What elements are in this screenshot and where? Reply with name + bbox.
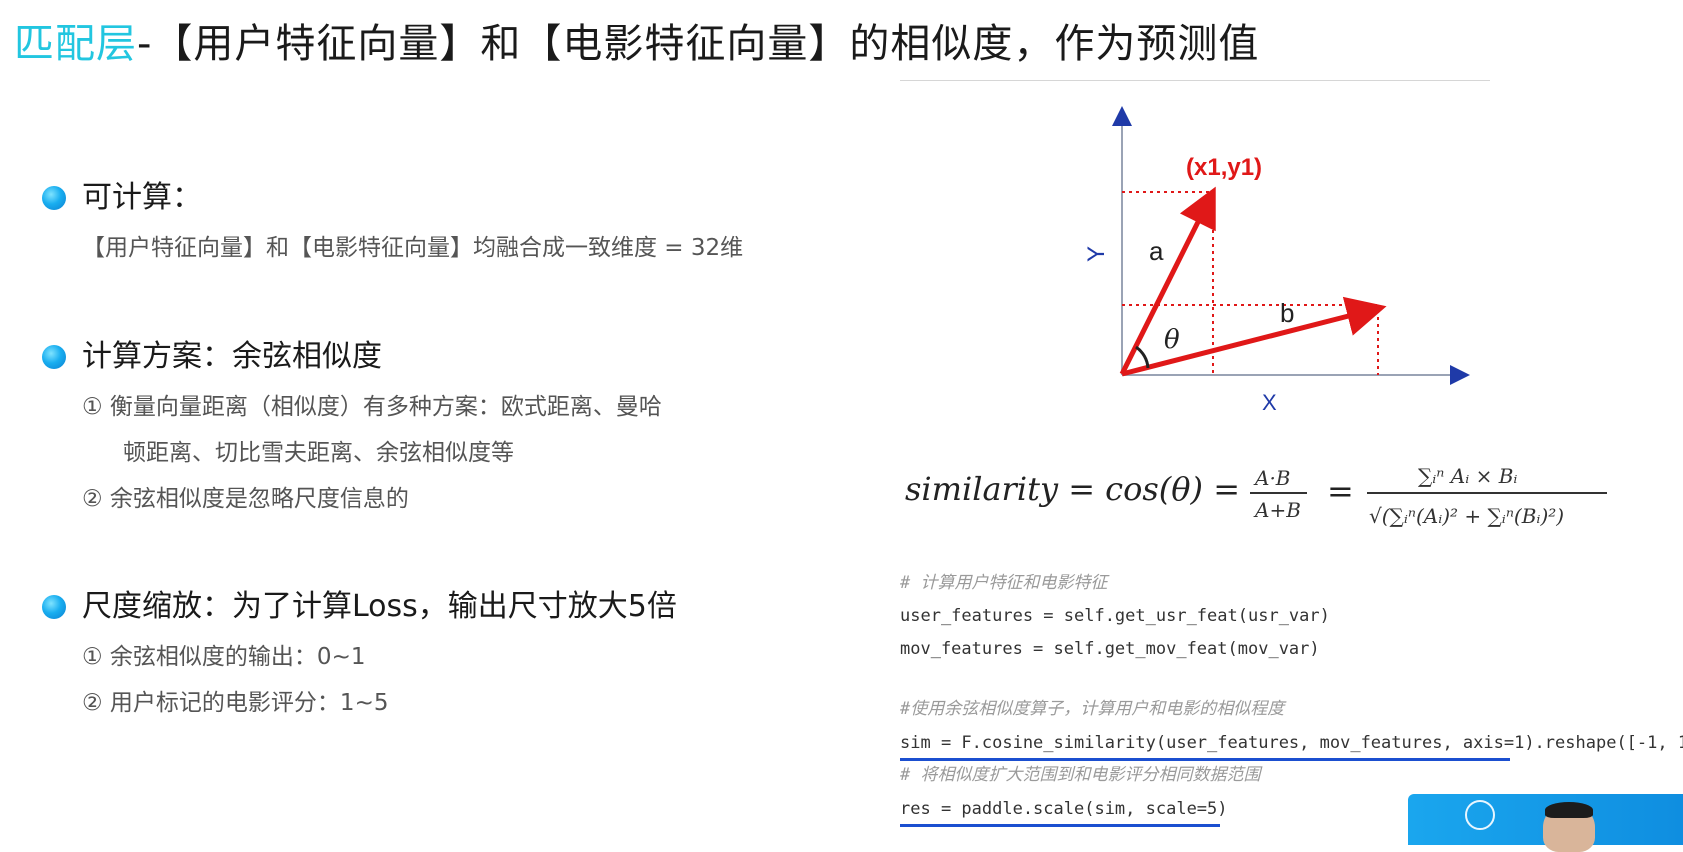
section-line: 【用户特征向量】和【电影特征向量】均融合成一致维度 = 32维 bbox=[82, 235, 744, 261]
similarity-formula: similarity = cos(θ) = A·B A+B = ∑ᵢⁿ Aᵢ ×… bbox=[905, 464, 1607, 528]
angle-arc bbox=[1135, 345, 1150, 369]
section-title: 计算方案：余弦相似度 bbox=[82, 339, 382, 374]
point-label: (x1,y1) bbox=[1186, 154, 1262, 181]
formula-rhs-denominator: √(∑ᵢⁿ(Aᵢ)² + ∑ᵢⁿ(Bᵢ)²) bbox=[1369, 504, 1564, 528]
bullet-icon bbox=[42, 345, 66, 369]
title-divider bbox=[900, 80, 1490, 81]
section-title: 尺度缩放：为了计算Loss，输出尺寸放大5倍 bbox=[82, 589, 677, 624]
section-line: ① 余弦相似度的输出：0~1 bbox=[82, 644, 366, 670]
circle-icon bbox=[1465, 800, 1495, 830]
code-comment: #使用余弦相似度算子，计算用户和电影的相似程度 bbox=[900, 699, 1285, 719]
code-comment: # 将相似度扩大范围到和电影评分相同数据范围 bbox=[900, 765, 1261, 785]
bullet-icon bbox=[42, 186, 66, 210]
section-title: 可计算： bbox=[82, 180, 202, 215]
vector-a-label: a bbox=[1149, 236, 1164, 266]
x-axis-label: X bbox=[1262, 390, 1277, 415]
section-line: ① 衡量向量距离（相似度）有多种方案：欧式距离、曼哈 bbox=[82, 394, 662, 420]
cosine-vector-diagram: (x1,y1) a b θ Y X bbox=[1083, 106, 1470, 415]
code-underline bbox=[900, 824, 1220, 827]
formula-equals: = bbox=[1327, 472, 1354, 510]
code-line: mov_features = self.get_mov_feat(mov_var… bbox=[900, 639, 1320, 659]
code-line: user_features = self.get_usr_feat(usr_va… bbox=[900, 606, 1330, 626]
formula-mid-denominator: A+B bbox=[1253, 498, 1301, 522]
vector-b-label: b bbox=[1280, 298, 1294, 328]
section-line: 顿距离、切比雪夫距离、余弦相似度等 bbox=[123, 440, 514, 466]
code-line-highlighted: res = paddle.scale(sim, scale=5) bbox=[900, 799, 1228, 819]
bullet-icon bbox=[42, 595, 66, 619]
vector-b bbox=[1121, 296, 1387, 377]
guide-lines bbox=[1122, 191, 1380, 375]
section-line: ② 余弦相似度是忽略尺度信息的 bbox=[82, 486, 409, 512]
slide-title: 匹配层-【用户特征向量】和【电影特征向量】的相似度，作为预测值 bbox=[14, 14, 1259, 74]
code-underline bbox=[900, 758, 1510, 761]
code-line-highlighted: sim = F.cosine_similarity(user_features,… bbox=[900, 733, 1683, 753]
webcam-overlay bbox=[1408, 794, 1683, 852]
y-axis-label: Y bbox=[1083, 246, 1110, 262]
code-comment: # 计算用户特征和电影特征 bbox=[900, 573, 1108, 593]
formula-mid-numerator: A·B bbox=[1253, 466, 1291, 490]
formula-lhs: similarity = cos(θ) = bbox=[905, 470, 1240, 508]
section-line: ② 用户标记的电影评分：1~5 bbox=[82, 690, 389, 716]
slide-title-accent: 匹配层 bbox=[14, 21, 137, 67]
theta-label: θ bbox=[1164, 325, 1180, 355]
formula-rhs-numerator: ∑ᵢⁿ Aᵢ × Bᵢ bbox=[1418, 464, 1517, 488]
presenter-hair bbox=[1545, 802, 1593, 818]
slide-title-rest: -【用户特征向量】和【电影特征向量】的相似度，作为预测值 bbox=[137, 21, 1260, 67]
